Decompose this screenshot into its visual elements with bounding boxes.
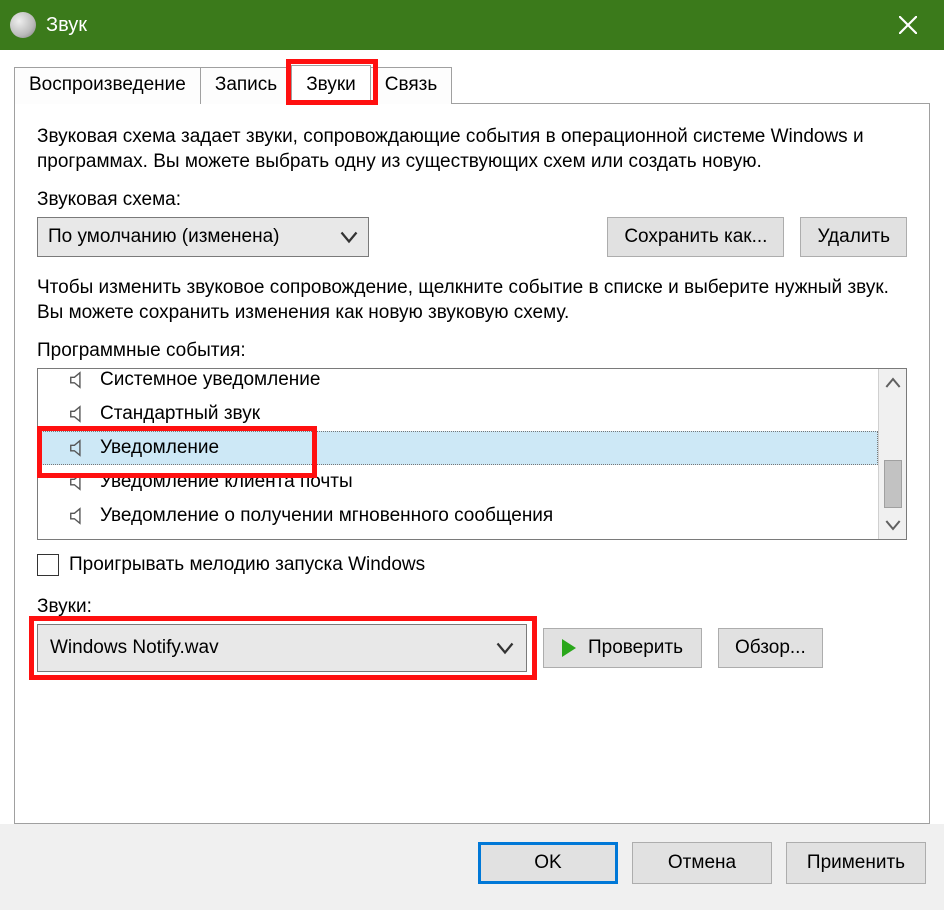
- sounds-label: Звуки:: [37, 596, 907, 618]
- list-item-label: Уведомление: [100, 437, 219, 459]
- scheme-combobox[interactable]: По умолчанию (изменена): [37, 217, 369, 257]
- titlebar: Звук: [0, 0, 944, 50]
- startup-sound-checkbox[interactable]: [37, 554, 59, 576]
- list-item[interactable]: Уведомление клиента почты: [38, 465, 878, 499]
- events-listbox[interactable]: Системное уведомление Стандартный звук У…: [37, 368, 907, 540]
- scheme-row: По умолчанию (изменена) Сохранить как...…: [37, 217, 907, 257]
- list-item-label: Уведомление о получении почты: [100, 539, 391, 540]
- list-item[interactable]: Стандартный звук: [38, 397, 878, 431]
- speaker-icon: [68, 539, 90, 540]
- save-as-button[interactable]: Сохранить как...: [607, 217, 784, 257]
- scroll-up-icon: [885, 375, 901, 391]
- tab-communications[interactable]: Связь: [370, 67, 453, 104]
- tab-sounds[interactable]: Звуки: [291, 65, 371, 104]
- list-item[interactable]: Системное уведомление: [38, 368, 878, 397]
- tab-record[interactable]: Запись: [200, 67, 292, 104]
- cancel-button[interactable]: Отмена: [632, 842, 772, 884]
- events-listbox-wrap: Системное уведомление Стандартный звук У…: [37, 368, 907, 540]
- list-item-label: Уведомление клиента почты: [100, 471, 353, 493]
- titlebar-left: Звук: [10, 12, 87, 38]
- dialog-button-bar: OK Отмена Применить: [0, 824, 944, 910]
- speaker-icon: [68, 505, 90, 527]
- speaker-icon: [68, 369, 90, 391]
- close-icon: [899, 16, 917, 34]
- speaker-app-icon: [10, 12, 36, 38]
- speaker-icon: [68, 437, 90, 459]
- sound-combobox-value: Windows Notify.wav: [50, 637, 219, 659]
- sound-combobox[interactable]: Windows Notify.wav: [37, 624, 527, 672]
- speaker-icon: [68, 471, 90, 493]
- sound-dialog-window: Звук Воспроизведение Запись Звуки Связь …: [0, 0, 944, 910]
- tab-page-sounds: Звуковая схема задает звуки, сопровождаю…: [14, 103, 930, 824]
- ok-button[interactable]: OK: [478, 842, 618, 884]
- scheme-description: Звуковая схема задает звуки, сопровождаю…: [37, 124, 907, 175]
- test-button[interactable]: Проверить: [543, 628, 702, 668]
- delete-button[interactable]: Удалить: [800, 217, 907, 257]
- tab-playback[interactable]: Воспроизведение: [14, 67, 201, 104]
- events-label: Программные события:: [37, 340, 907, 362]
- client-area: Воспроизведение Запись Звуки Связь Звуко…: [0, 50, 944, 824]
- list-item-label: Стандартный звук: [100, 403, 260, 425]
- close-button[interactable]: [878, 0, 938, 50]
- speaker-icon: [68, 403, 90, 425]
- scroll-thumb[interactable]: [884, 460, 902, 508]
- play-icon: [562, 639, 576, 657]
- scrollbar-vertical[interactable]: [878, 369, 906, 539]
- events-description: Чтобы изменить звуковое сопровождение, щ…: [37, 275, 907, 326]
- list-item-label: Системное уведомление: [100, 369, 320, 391]
- tab-strip: Воспроизведение Запись Звуки Связь: [14, 65, 930, 104]
- events-list-inner: Системное уведомление Стандартный звук У…: [38, 368, 878, 539]
- list-item-selected[interactable]: Уведомление: [38, 431, 878, 465]
- scheme-combobox-value: По умолчанию (изменена): [48, 226, 280, 248]
- startup-sound-row: Проигрывать мелодию запуска Windows: [37, 554, 907, 576]
- apply-button[interactable]: Применить: [786, 842, 926, 884]
- scroll-down-icon: [885, 517, 901, 533]
- chevron-down-icon: [340, 228, 358, 246]
- window-title: Звук: [46, 14, 87, 37]
- browse-button[interactable]: Обзор...: [718, 628, 823, 668]
- chevron-down-icon: [496, 639, 514, 657]
- list-item[interactable]: Уведомление о получении мгновенного сооб…: [38, 499, 878, 533]
- list-item-label: Уведомление о получении мгновенного сооб…: [100, 505, 553, 527]
- startup-sound-label: Проигрывать мелодию запуска Windows: [69, 554, 425, 576]
- scheme-label: Звуковая схема:: [37, 189, 907, 211]
- list-item[interactable]: Уведомление о получении почты: [38, 533, 878, 540]
- test-button-label: Проверить: [588, 637, 683, 659]
- sounds-row: Windows Notify.wav Проверить Обзор...: [37, 624, 907, 672]
